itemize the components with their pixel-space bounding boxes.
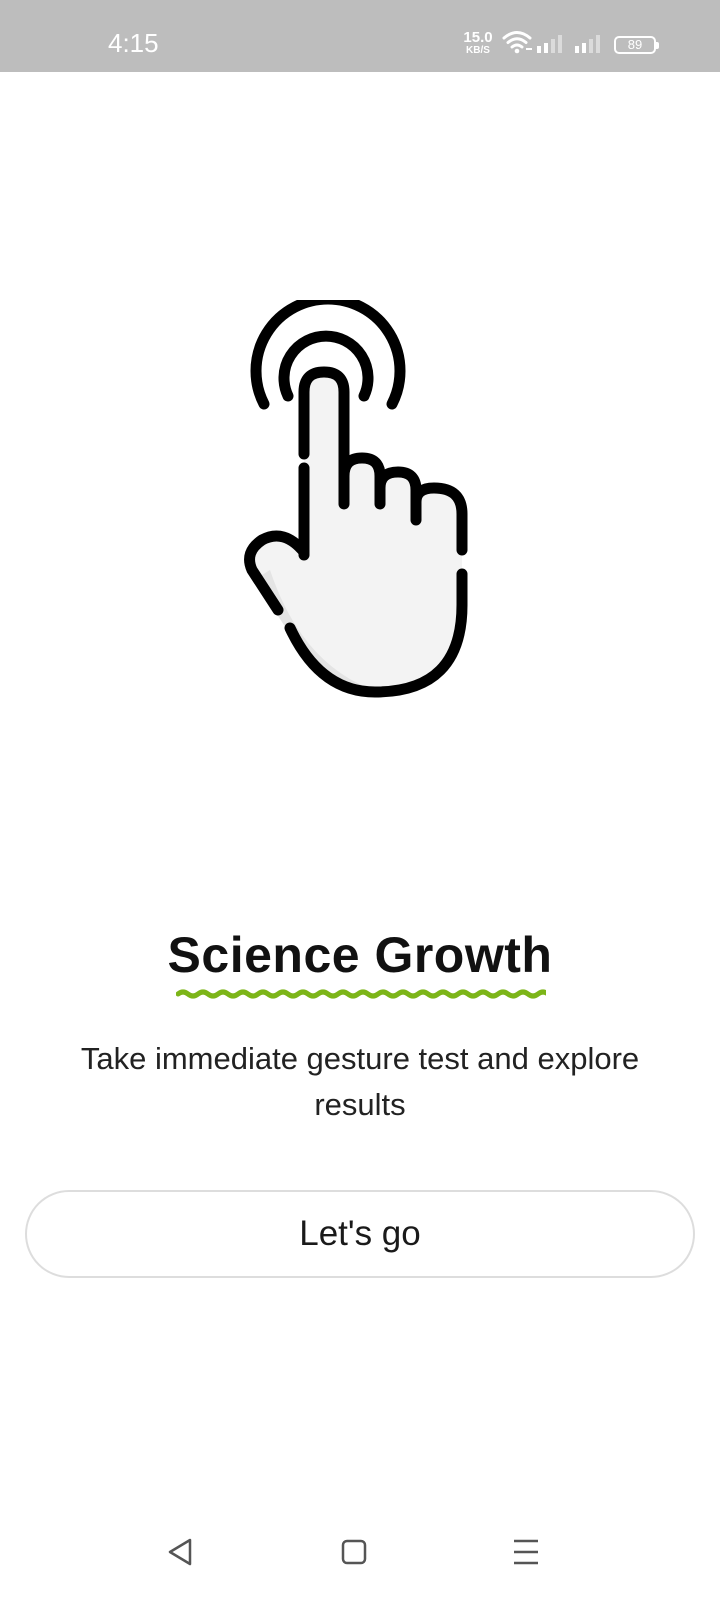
home-icon[interactable] bbox=[334, 1532, 374, 1572]
title-container: Science Growth bbox=[0, 930, 720, 980]
page-title: Science Growth bbox=[167, 927, 553, 983]
network-speed: 15.0 KB/S bbox=[460, 30, 496, 56]
screen: 4:15 15.0 KB/S 89 Science Growth Take im… bbox=[0, 0, 720, 1600]
wavy-underline bbox=[176, 989, 546, 999]
battery-icon: 89 bbox=[614, 36, 659, 54]
navigation-bar bbox=[0, 1510, 720, 1600]
subtitle: Take immediate gesture test and explore … bbox=[80, 1041, 640, 1122]
status-time: 4:15 bbox=[108, 28, 159, 58]
wifi-icon bbox=[502, 31, 532, 54]
menu-icon[interactable] bbox=[506, 1532, 546, 1572]
signal-icon bbox=[537, 35, 562, 53]
back-icon[interactable] bbox=[162, 1532, 202, 1572]
network-speed-value: 15.0 bbox=[463, 29, 493, 46]
signal-icon bbox=[575, 35, 600, 53]
battery-level: 89 bbox=[627, 37, 643, 52]
status-bar: 4:15 15.0 KB/S 89 bbox=[0, 0, 720, 72]
network-speed-unit: KB/S bbox=[466, 45, 490, 56]
lets-go-button[interactable]: Let's go bbox=[25, 1190, 695, 1278]
tap-gesture-hand-icon bbox=[244, 300, 468, 698]
